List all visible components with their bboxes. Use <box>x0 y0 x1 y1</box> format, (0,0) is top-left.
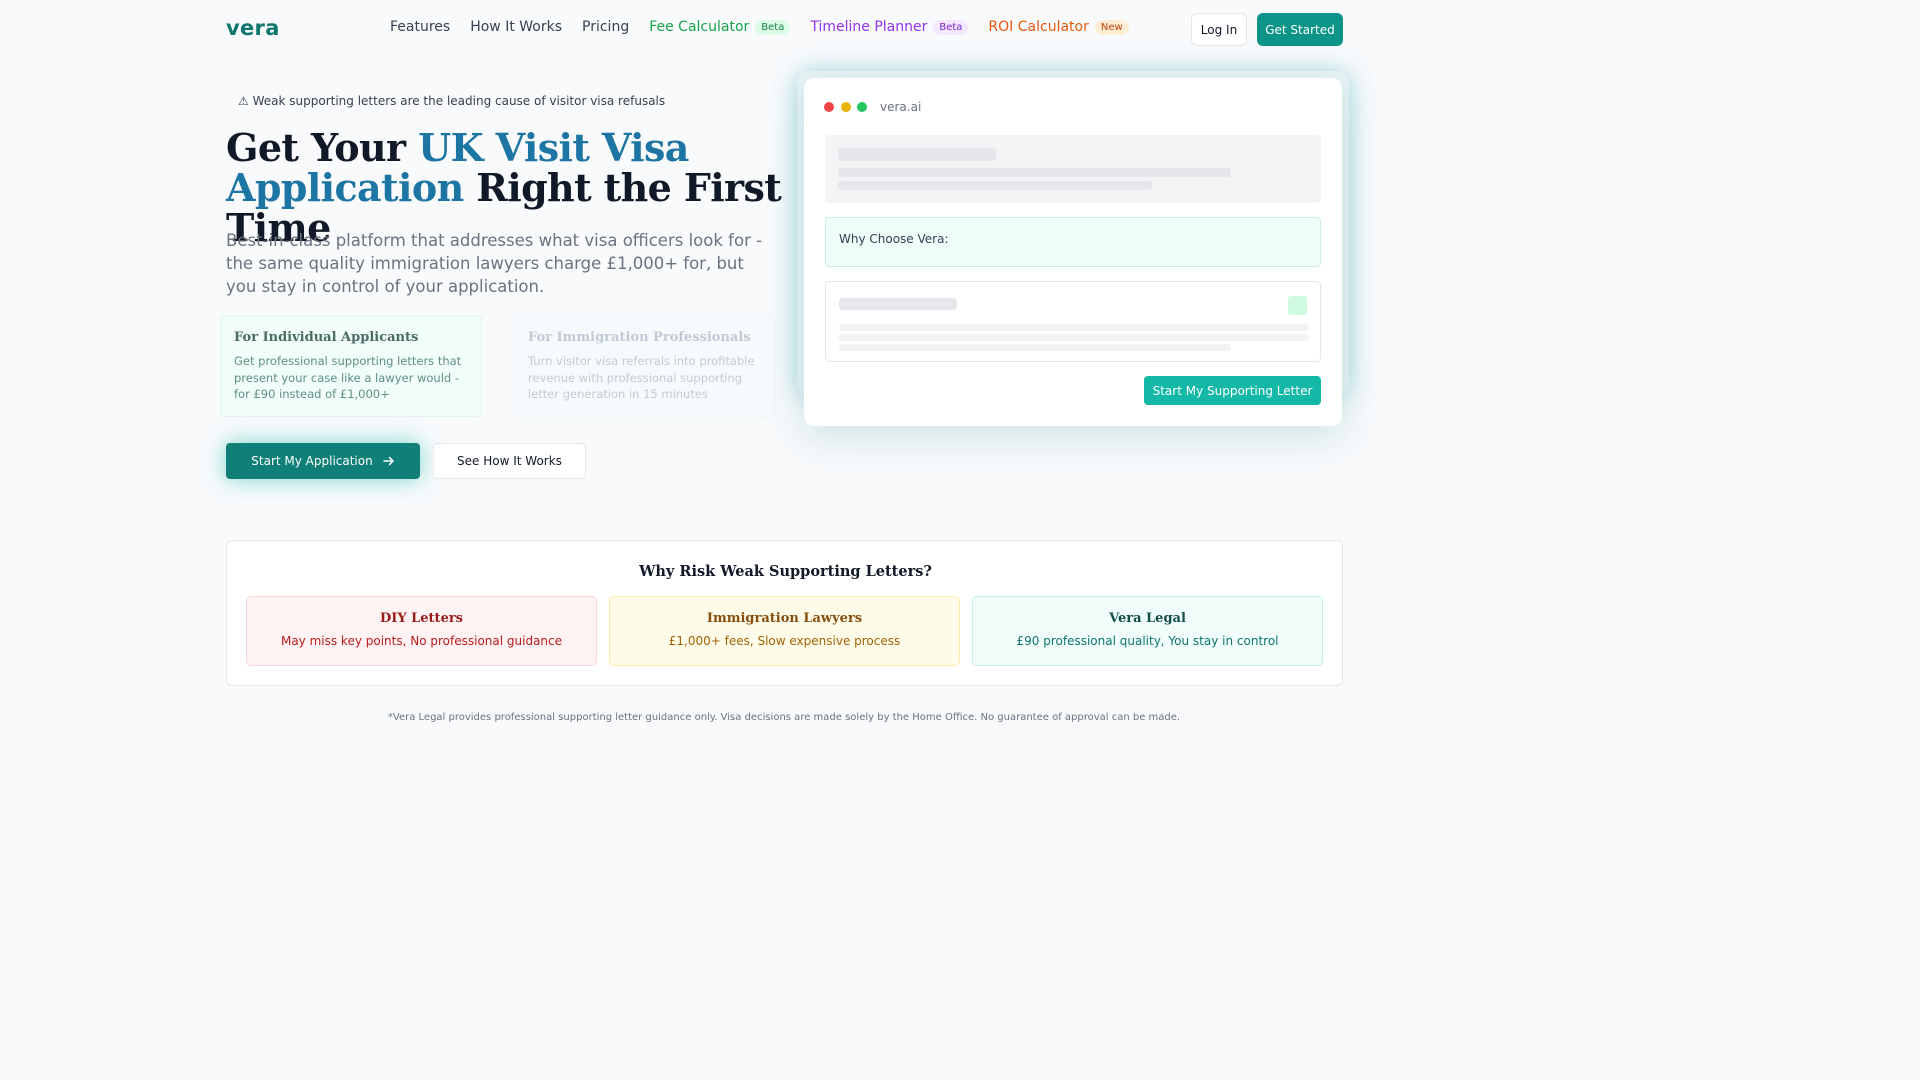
arrow-right-icon <box>382 456 394 466</box>
option-description: £1,000+ fees, Slow expensive process <box>668 634 901 648</box>
alert-banner: ⚠ Weak supporting letters are the leadin… <box>238 94 665 108</box>
mockup-url: vera.ai <box>880 100 922 114</box>
hero-subtitle: Best-in-class platform that addresses wh… <box>226 231 763 296</box>
nav-link-label: Fee Calculator <box>649 19 750 35</box>
option-description: £90 professional quality, You stay in co… <box>1016 634 1279 648</box>
window-maximize-dot <box>857 102 867 112</box>
option-title: Vera Legal <box>1109 611 1186 626</box>
card-description: Get professional supporting letters that… <box>234 354 462 401</box>
new-badge: New <box>1094 19 1129 35</box>
nav-link-how-it-works[interactable]: How It Works <box>470 19 562 35</box>
immigration-lawyers-option: Immigration Lawyers £1,000+ fees, Slow e… <box>609 596 960 666</box>
window-minimize-dot <box>841 102 851 112</box>
beta-badge: Beta <box>933 19 969 35</box>
get-started-button[interactable]: Get Started <box>1257 13 1343 46</box>
warning-icon: ⚠ <box>238 94 249 108</box>
skeleton-line <box>839 324 1309 331</box>
app-mockup: vera.ai Why Choose Vera: Start My Suppor… <box>804 78 1342 426</box>
alert-text: Weak supporting letters are the leading … <box>252 94 666 108</box>
skeleton-line <box>839 334 1309 341</box>
nav-link-roi-calculator[interactable]: ROI Calculator New <box>988 19 1129 35</box>
diy-letters-option: DIY Letters May miss key points, No prof… <box>246 596 597 666</box>
start-application-button[interactable]: Start My Application <box>226 443 420 479</box>
nav-link-label: Timeline Planner <box>810 19 928 35</box>
immigration-professionals-card[interactable]: For Immigration Professionals Turn visit… <box>514 315 776 417</box>
skeleton-panel <box>825 135 1321 203</box>
skeleton-line <box>839 344 1231 351</box>
top-nav: vera Features How It Works Pricing Fee C… <box>0 0 1568 58</box>
option-title: Immigration Lawyers <box>706 611 863 626</box>
skeleton-line <box>839 298 957 310</box>
skeleton-line <box>838 181 1152 190</box>
card-title: For Individual Applicants <box>234 330 419 345</box>
beta-badge: Beta <box>755 19 791 35</box>
see-how-it-works-button[interactable]: See How It Works <box>433 443 586 479</box>
window-close-dot <box>824 102 834 112</box>
why-choose-label: Why Choose Vera: <box>839 232 949 246</box>
login-button[interactable]: Log In <box>1191 13 1247 46</box>
skeleton-line <box>838 148 996 161</box>
hero-title-part1: Get Your <box>226 125 419 170</box>
skeleton-icon <box>1288 296 1307 315</box>
nav-link-pricing[interactable]: Pricing <box>582 19 629 35</box>
skeleton-line <box>838 168 1231 177</box>
option-title: DIY Letters <box>379 611 464 626</box>
nav-link-label: ROI Calculator <box>988 19 1089 35</box>
why-choose-panel: Why Choose Vera: <box>825 217 1321 267</box>
option-description: May miss key points, No professional gui… <box>280 634 563 648</box>
nav-link-fee-calculator[interactable]: Fee Calculator Beta <box>649 19 791 35</box>
comparison-title: Why Risk Weak Supporting Letters? <box>639 563 932 580</box>
nav-link-features[interactable]: Features <box>390 19 450 35</box>
skeleton-card <box>825 281 1321 362</box>
card-title: For Immigration Professionals <box>528 330 751 345</box>
nav-links: Features How It Works Pricing Fee Calcul… <box>390 19 1129 35</box>
logo[interactable]: vera <box>226 16 280 40</box>
card-description: Turn visitor visa referrals into profita… <box>528 354 755 401</box>
vera-legal-option: Vera Legal £90 professional quality, You… <box>972 596 1323 666</box>
individual-applicants-card[interactable]: For Individual Applicants Get profession… <box>220 315 482 417</box>
disclaimer: *Vera Legal provides professional suppor… <box>387 712 1181 723</box>
start-supporting-letter-button[interactable]: Start My Supporting Letter <box>1144 376 1321 405</box>
button-label: Start My Application <box>251 454 373 468</box>
nav-link-timeline-planner[interactable]: Timeline Planner Beta <box>810 19 969 35</box>
comparison-section: Why Risk Weak Supporting Letters? DIY Le… <box>226 540 1343 686</box>
